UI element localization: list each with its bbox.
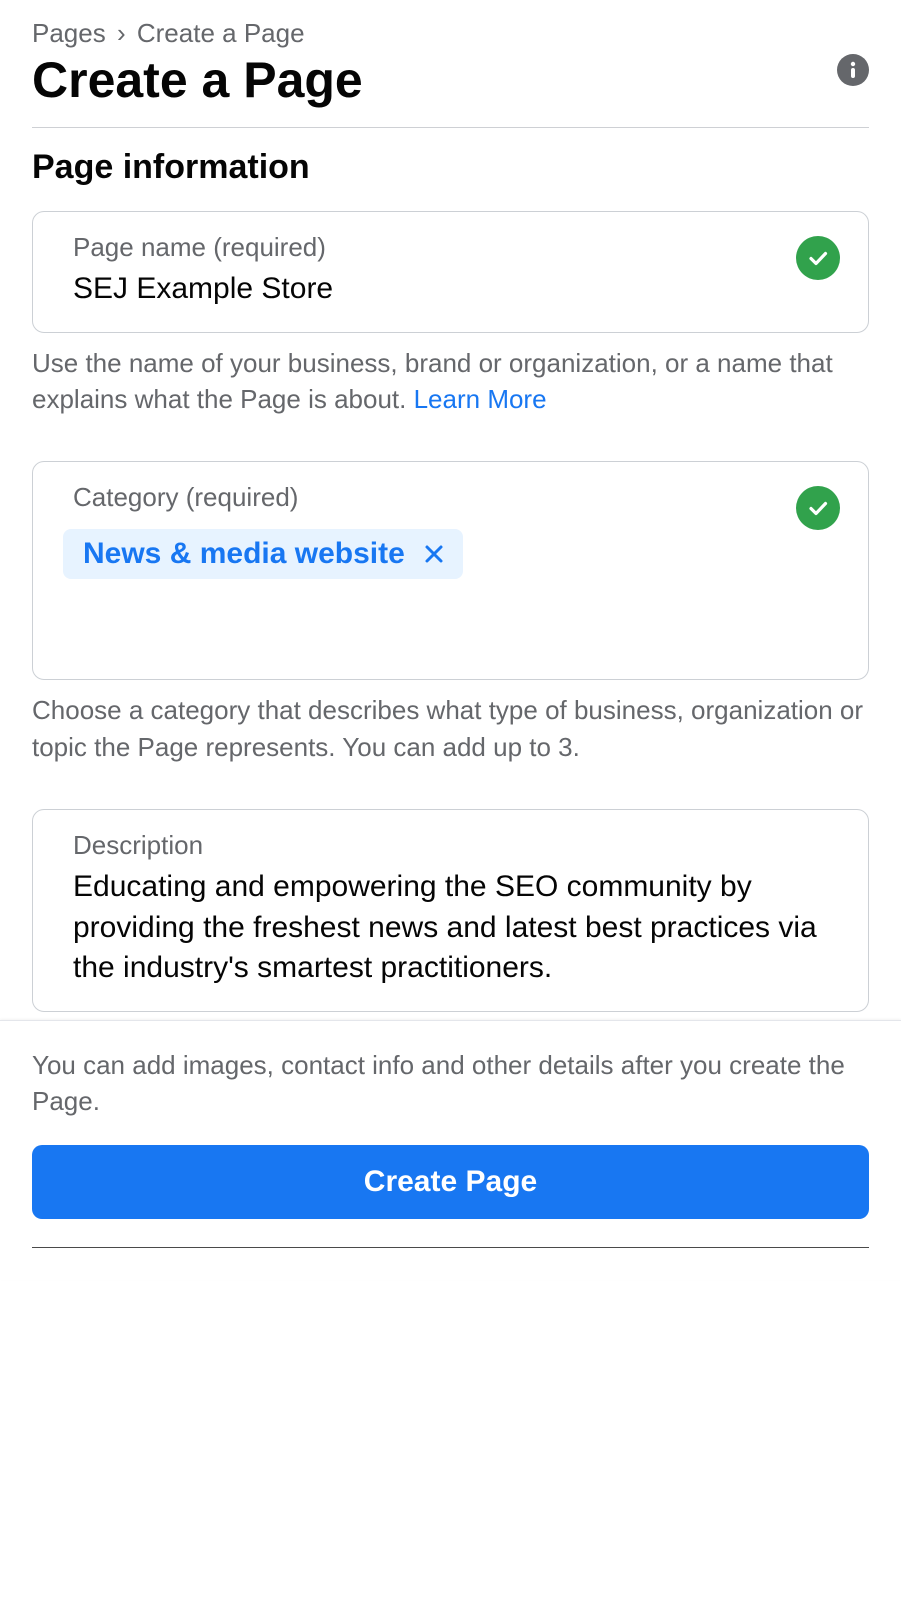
category-tag: News & media website	[63, 529, 463, 579]
page-name-helper: Use the name of your business, brand or …	[32, 345, 869, 418]
breadcrumb-root[interactable]: Pages	[32, 18, 106, 48]
learn-more-link[interactable]: Learn More	[414, 384, 547, 414]
description-label: Description	[73, 830, 840, 861]
page-name-field[interactable]: Page name (required) SEJ Example Store	[32, 211, 869, 333]
category-helper: Choose a category that describes what ty…	[32, 692, 869, 765]
footer-helper: You can add images, contact info and oth…	[32, 1047, 869, 1120]
breadcrumb: Pages › Create a Page	[32, 18, 869, 49]
footer: You can add images, contact info and oth…	[0, 1020, 901, 1281]
bottom-divider	[32, 1247, 869, 1248]
breadcrumb-current: Create a Page	[137, 18, 305, 48]
page-title: Create a Page	[32, 51, 363, 109]
breadcrumb-separator: ›	[117, 18, 126, 48]
close-icon	[423, 543, 445, 565]
category-label: Category (required)	[73, 482, 776, 513]
description-field[interactable]: Description Educating and empowering the…	[32, 809, 869, 1012]
page-name-label: Page name (required)	[73, 232, 776, 263]
category-field[interactable]: Category (required) News & media website	[32, 461, 869, 680]
section-title: Page information	[32, 148, 869, 187]
check-icon	[796, 236, 840, 280]
category-tag-label: News & media website	[83, 537, 405, 571]
info-icon[interactable]	[837, 54, 869, 86]
create-page-button[interactable]: Create Page	[32, 1145, 869, 1219]
remove-tag-button[interactable]	[423, 543, 445, 565]
page-name-value: SEJ Example Store	[73, 269, 776, 310]
check-icon	[796, 486, 840, 530]
title-divider	[32, 127, 869, 128]
description-value: Educating and empowering the SEO communi…	[73, 867, 840, 989]
